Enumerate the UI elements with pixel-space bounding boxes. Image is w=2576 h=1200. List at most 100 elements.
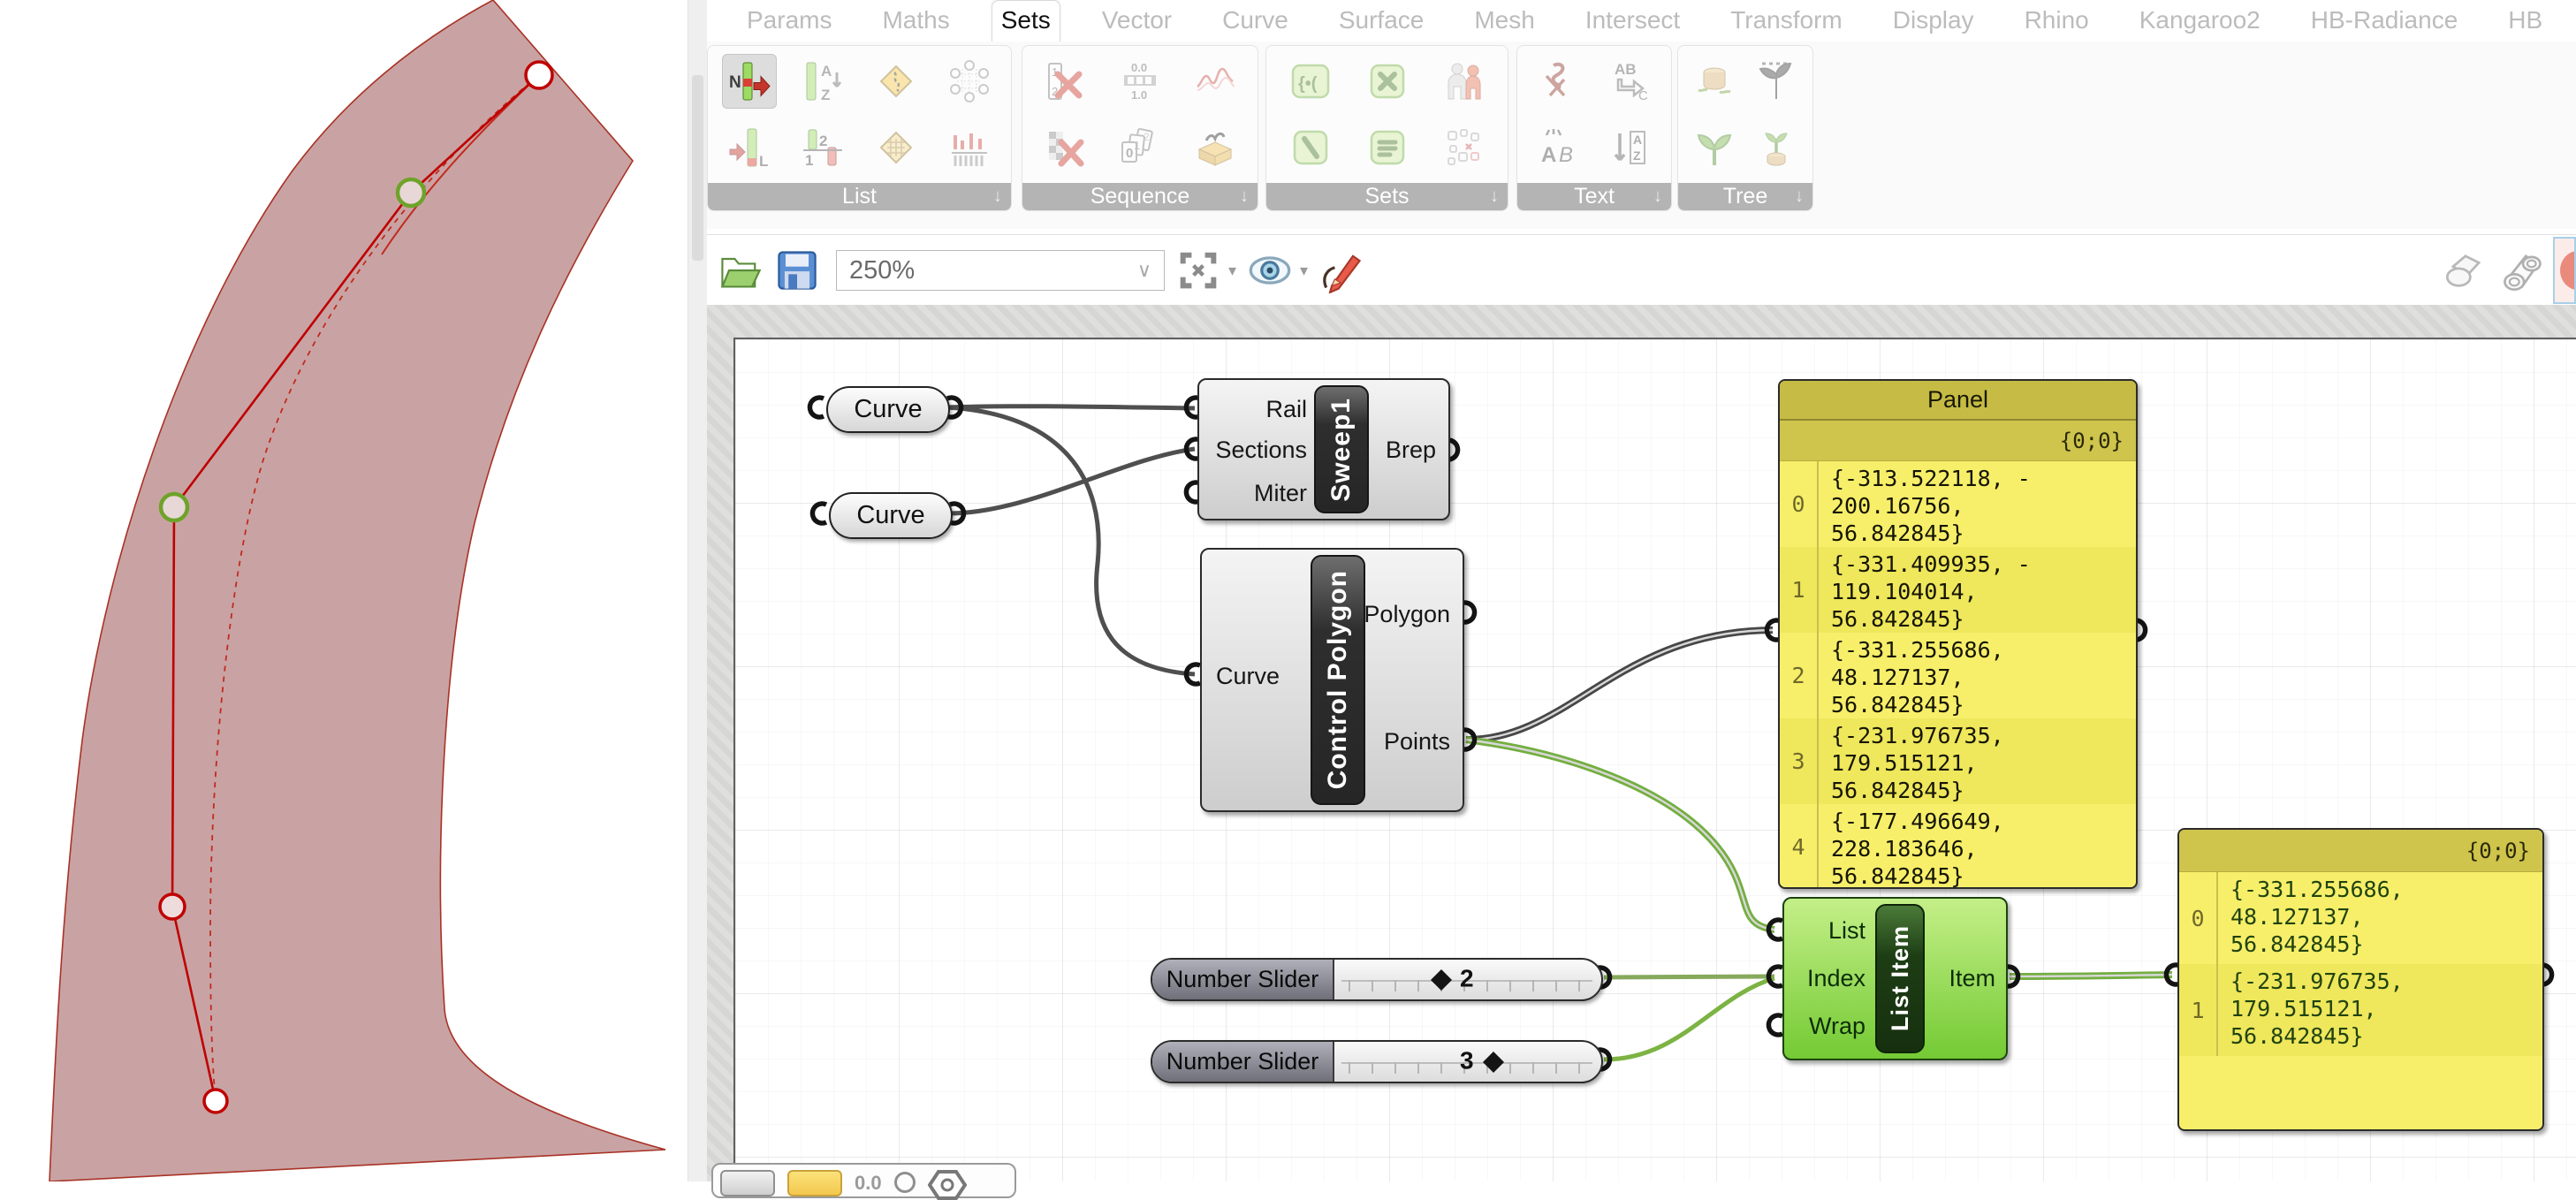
menu-tab-hb[interactable]: HB: [2499, 1, 2551, 42]
menu-tab-vector[interactable]: Vector: [1093, 1, 1181, 42]
zoom-extents-icon[interactable]: [1175, 247, 1221, 293]
cp-name-capsule[interactable]: Control Polygon: [1311, 555, 1365, 805]
panel-1-rows: 0 {-313.522118, -200.16756, 56.842845} 1 {-3…: [1780, 461, 2136, 887]
group-expand-arrow-icon[interactable]: ↓: [993, 186, 1002, 207]
preview-rendered-icon[interactable]: [2553, 237, 2576, 304]
cp-input-curve-label: Curve: [1216, 663, 1280, 689]
save-file-icon[interactable]: [774, 247, 820, 293]
curve-param-1[interactable]: Curve: [826, 386, 950, 433]
graft-tree-icon[interactable]: [1754, 59, 1798, 103]
simplify-tree-icon[interactable]: [1692, 125, 1736, 170]
sketch-tool-icon[interactable]: [1318, 247, 1364, 294]
group-expand-arrow-icon[interactable]: ↓: [1653, 186, 1662, 207]
rhino-viewport[interactable]: [0, 0, 688, 1182]
list-length-icon[interactable]: [947, 59, 992, 103]
widget-hexagon-icon[interactable]: [927, 1170, 967, 1200]
preview-menu-caret-icon[interactable]: ▾: [1300, 262, 1308, 280]
toolbar-group-label-sequence[interactable]: Sequence ↓: [1022, 183, 1258, 210]
control-point-2[interactable]: [158, 491, 190, 523]
jitter-icon[interactable]: [1193, 125, 1237, 170]
characters-icon[interactable]: AB: [1537, 125, 1581, 170]
swept-surface[interactable]: [49, 0, 666, 1182]
member-index-icon[interactable]: [1442, 59, 1486, 103]
menu-tab-display[interactable]: Display: [1884, 1, 1983, 42]
menu-tab-kangaroo2[interactable]: Kangaroo2: [2131, 1, 2269, 42]
widget-node-icon[interactable]: [893, 1172, 916, 1193]
create-set-icon[interactable]: {•(: [1288, 59, 1333, 103]
sweep1-component[interactable]: Rail Sections Miter Brep Sweep1: [1197, 378, 1450, 520]
menu-tab-rhino[interactable]: Rhino: [2016, 1, 2098, 42]
insert-items-icon[interactable]: L: [727, 125, 771, 170]
set-union-icon[interactable]: [1288, 125, 1333, 170]
preview-shaded-icon[interactable]: [2500, 247, 2546, 293]
svg-text:C: C: [1638, 88, 1648, 103]
key-match-icon[interactable]: [1442, 125, 1486, 170]
sweep1-name-capsule[interactable]: Sweep1: [1314, 385, 1369, 513]
menu-tab-surface[interactable]: Surface: [1330, 1, 1433, 42]
preview-wireframe-icon[interactable]: [2443, 247, 2489, 293]
concatenate-icon[interactable]: AB C: [1608, 59, 1653, 103]
toolbar-group-label-sets[interactable]: Sets ↓: [1266, 183, 1508, 210]
widget-button-yellow[interactable]: [787, 1170, 842, 1196]
menu-tab-hb-radiance[interactable]: HB-Radiance: [2302, 1, 2467, 42]
item-index-icon[interactable]: [874, 59, 918, 103]
widget-button-gray[interactable]: [720, 1170, 775, 1196]
menu-tab-params[interactable]: Params: [738, 1, 840, 42]
group-expand-arrow-icon[interactable]: ↓: [1490, 186, 1499, 207]
unflatten-tree-icon[interactable]: [1754, 125, 1798, 170]
zoom-level-select[interactable]: 250% ∨: [836, 250, 1165, 291]
menu-tab-maths[interactable]: Maths: [873, 1, 958, 42]
text-fragment-icon[interactable]: [1537, 59, 1581, 103]
number-slider-1[interactable]: Number Slider 2: [1151, 958, 1603, 1001]
list-item-component[interactable]: List Index Wrap Item List Item: [1782, 897, 2008, 1060]
toolbar-group-label-tree[interactable]: Tree ↓: [1678, 183, 1812, 210]
panel-component-1[interactable]: Panel {0;0} 0 {-313.522118, -200.16756, 56…: [1778, 379, 2138, 889]
group-expand-arrow-icon[interactable]: ↓: [1240, 186, 1249, 207]
toolbar-group-label-text[interactable]: Text ↓: [1517, 183, 1671, 210]
list-item-icon[interactable]: N: [722, 53, 778, 109]
control-point-3[interactable]: [395, 177, 427, 209]
cull-pattern-icon[interactable]: [1043, 125, 1087, 170]
preview-toggle-icon[interactable]: [1247, 247, 1293, 293]
cull-index-icon[interactable]: 12: [1043, 59, 1087, 103]
control-point-4[interactable]: [524, 60, 554, 90]
menu-tab-intersect[interactable]: Intersect: [1577, 1, 1689, 42]
window-divider[interactable]: [688, 0, 708, 1181]
number-slider-2-track[interactable]: 3: [1333, 1042, 1601, 1082]
panel-row: 2 {-331.255686, 48.127137, 56.842845}: [1780, 633, 2136, 718]
set-difference-icon[interactable]: [1365, 59, 1410, 103]
random-icon[interactable]: [1193, 59, 1237, 103]
toolbar-group-list: N A Z L 2 1 List ↓: [707, 45, 1012, 211]
split-list-icon[interactable]: 21: [801, 125, 845, 170]
weave-icon[interactable]: [947, 125, 992, 170]
menu-tab-transform[interactable]: Transform: [1721, 1, 1851, 42]
menu-tab-sets[interactable]: Sets: [991, 0, 1060, 42]
menu-tab-curve[interactable]: Curve: [1213, 1, 1297, 42]
open-file-icon[interactable]: [718, 247, 764, 293]
panel-row-value: {-231.976735, 179.515121, 56.842845}: [1831, 723, 2004, 803]
sort-text-icon[interactable]: AZ: [1608, 125, 1653, 170]
li-name-capsule[interactable]: List Item: [1875, 904, 1925, 1053]
control-point-1[interactable]: [158, 892, 186, 921]
number-slider-1-track[interactable]: 2: [1333, 960, 1601, 999]
stack-data-icon[interactable]: 012: [1118, 125, 1162, 170]
range-icon[interactable]: 0.0 1.0: [1118, 59, 1162, 103]
sift-pattern-icon[interactable]: [874, 125, 918, 170]
set-intersection-icon[interactable]: [1365, 125, 1410, 170]
flatten-tree-icon[interactable]: [1692, 59, 1736, 103]
number-slider-2[interactable]: Number Slider 3: [1151, 1040, 1603, 1083]
panel-1-title[interactable]: Panel: [1780, 381, 2136, 421]
panel-component-2[interactable]: {0;0} 0 {-331.255686, 48.127137, 56.842845}…: [2177, 828, 2544, 1131]
menu-tab-mesh[interactable]: Mesh: [1465, 1, 1543, 42]
group-expand-arrow-icon[interactable]: ↓: [1795, 186, 1804, 207]
sort-list-icon[interactable]: AZ: [801, 59, 845, 103]
control-polygon-component[interactable]: Curve Polygon Points Control Polygon: [1200, 548, 1464, 812]
control-point-0[interactable]: [202, 1088, 229, 1114]
zoom-menu-caret-icon[interactable]: ▾: [1228, 262, 1236, 280]
divider-thumb[interactable]: [692, 75, 703, 261]
curve-param-1-label: Curve: [854, 395, 923, 423]
curve-param-2[interactable]: Curve: [829, 492, 953, 539]
toolbar-group-label-list[interactable]: List ↓: [708, 183, 1011, 210]
li-input-wrap-label: Wrap: [1808, 1013, 1866, 1039]
viewport-drawing: [49, 0, 666, 1182]
